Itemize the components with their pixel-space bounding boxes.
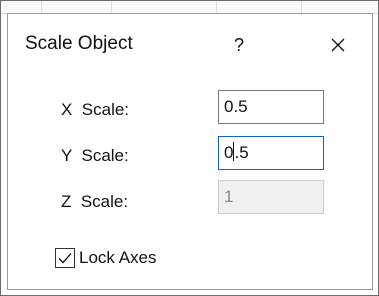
dialog-title-bar[interactable]: Scale Object ? — [8, 14, 372, 76]
x-scale-label: X Scale: — [61, 100, 130, 119]
screenshot-frame: Scale Object ? X Scale: 0.5 Y Scale: 0.5… — [0, 0, 379, 296]
checkmark-icon — [58, 253, 72, 264]
y-scale-value-after-caret: .5 — [234, 143, 249, 162]
z-scale-value: 1 — [224, 187, 234, 206]
lock-axes-checkbox-box[interactable] — [55, 248, 75, 268]
help-button[interactable]: ? — [221, 28, 257, 62]
y-scale-value-before-caret: 0 — [224, 143, 234, 162]
dialog-title: Scale Object — [25, 33, 133, 54]
close-icon — [331, 38, 345, 52]
background-gridline — [216, 1, 217, 13]
z-scale-label: Z Scale: — [61, 192, 129, 211]
background-gridline — [301, 1, 302, 13]
background-gridline — [111, 1, 112, 13]
lock-axes-checkbox[interactable]: Lock Axes — [55, 246, 157, 270]
lock-axes-label[interactable]: Lock Axes — [79, 248, 157, 268]
x-scale-value: 0.5 — [224, 97, 248, 116]
scale-object-dialog: Scale Object ? X Scale: 0.5 Y Scale: 0.5… — [7, 13, 373, 290]
background-gridline — [41, 1, 42, 13]
y-scale-input[interactable]: 0.5 — [218, 136, 324, 170]
y-scale-label: Y Scale: — [61, 146, 129, 165]
z-scale-input: 1 — [218, 180, 324, 214]
x-scale-input[interactable]: 0.5 — [218, 90, 324, 124]
close-button[interactable] — [318, 28, 358, 62]
